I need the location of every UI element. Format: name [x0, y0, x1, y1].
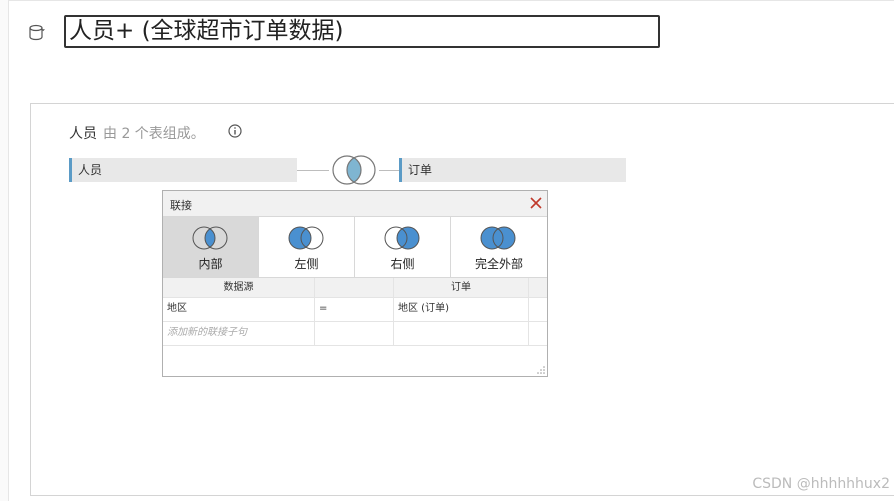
join-type-left[interactable]: 左侧 — [259, 217, 355, 277]
column-header-right: 订单 — [394, 278, 529, 297]
inner-join-icon[interactable] — [329, 154, 379, 186]
watermark: CSDN @hhhhhhux2 — [752, 476, 890, 492]
add-clause-operator-cell — [315, 322, 394, 345]
join-dialog-title: 联接 — [170, 199, 192, 212]
join-type-full-outer[interactable]: 完全外部 — [451, 217, 547, 277]
column-header-operator — [315, 278, 394, 297]
clause-operator[interactable]: = — [315, 298, 394, 321]
logical-table-heading: 人员由 2 个表组成。 — [69, 123, 205, 143]
join-type-selector: 内部 左侧 右侧 完全外部 — [163, 217, 547, 278]
join-connector-right — [379, 170, 399, 171]
add-join-clause[interactable]: 添加新的联接子句 — [163, 322, 315, 345]
top-divider — [8, 0, 894, 1]
join-clause-row[interactable]: 地区 = 地区 (订单) — [163, 298, 547, 322]
add-clause-row[interactable]: 添加新的联接子句 — [163, 322, 547, 346]
clause-left-field[interactable]: 地区 — [163, 298, 315, 321]
right-table-card[interactable]: 订单 — [399, 158, 626, 182]
logical-table-note: 由 2 个表组成。 — [103, 126, 205, 142]
column-header-left: 数据源 — [163, 278, 315, 297]
datasource-name-field[interactable]: 人员+ (全球超市订单数据) — [64, 15, 660, 48]
join-dialog: 联接 内部 左侧 右侧 完全外部 数据源 订单 地区 = 地区 (订单) 添加新… — [162, 190, 548, 377]
left-edge-panel — [0, 0, 9, 501]
add-clause-spacer — [529, 322, 547, 345]
left-join-icon — [288, 226, 324, 250]
clause-right-field[interactable]: 地区 (订单) — [394, 298, 529, 321]
join-type-label: 内部 — [198, 257, 223, 271]
left-table-name: 人员 — [78, 163, 103, 177]
join-type-label: 左侧 — [294, 257, 319, 271]
inner-join-icon — [192, 226, 228, 250]
join-type-label: 右侧 — [390, 257, 415, 271]
database-icon[interactable] — [28, 24, 48, 42]
info-icon[interactable] — [228, 124, 242, 138]
right-table-name: 订单 — [408, 163, 433, 177]
join-type-right[interactable]: 右侧 — [355, 217, 451, 277]
join-connector-left — [297, 170, 329, 171]
clause-spacer — [529, 298, 547, 321]
join-type-label: 完全外部 — [474, 257, 523, 271]
join-clause-grid: 数据源 订单 地区 = 地区 (订单) 添加新的联接子句 — [163, 278, 547, 346]
left-table-card[interactable]: 人员 — [69, 158, 297, 182]
resize-grip-icon[interactable] — [537, 366, 545, 374]
grid-header-row: 数据源 订单 — [163, 278, 547, 298]
full-outer-join-icon — [480, 226, 516, 250]
add-clause-right-cell — [394, 322, 529, 345]
right-join-icon — [384, 226, 420, 250]
logical-table-name: 人员 — [69, 126, 97, 142]
join-dialog-header: 联接 — [163, 191, 547, 217]
join-type-inner[interactable]: 内部 — [163, 217, 259, 277]
column-header-spacer — [529, 278, 547, 297]
close-icon[interactable] — [529, 196, 543, 210]
